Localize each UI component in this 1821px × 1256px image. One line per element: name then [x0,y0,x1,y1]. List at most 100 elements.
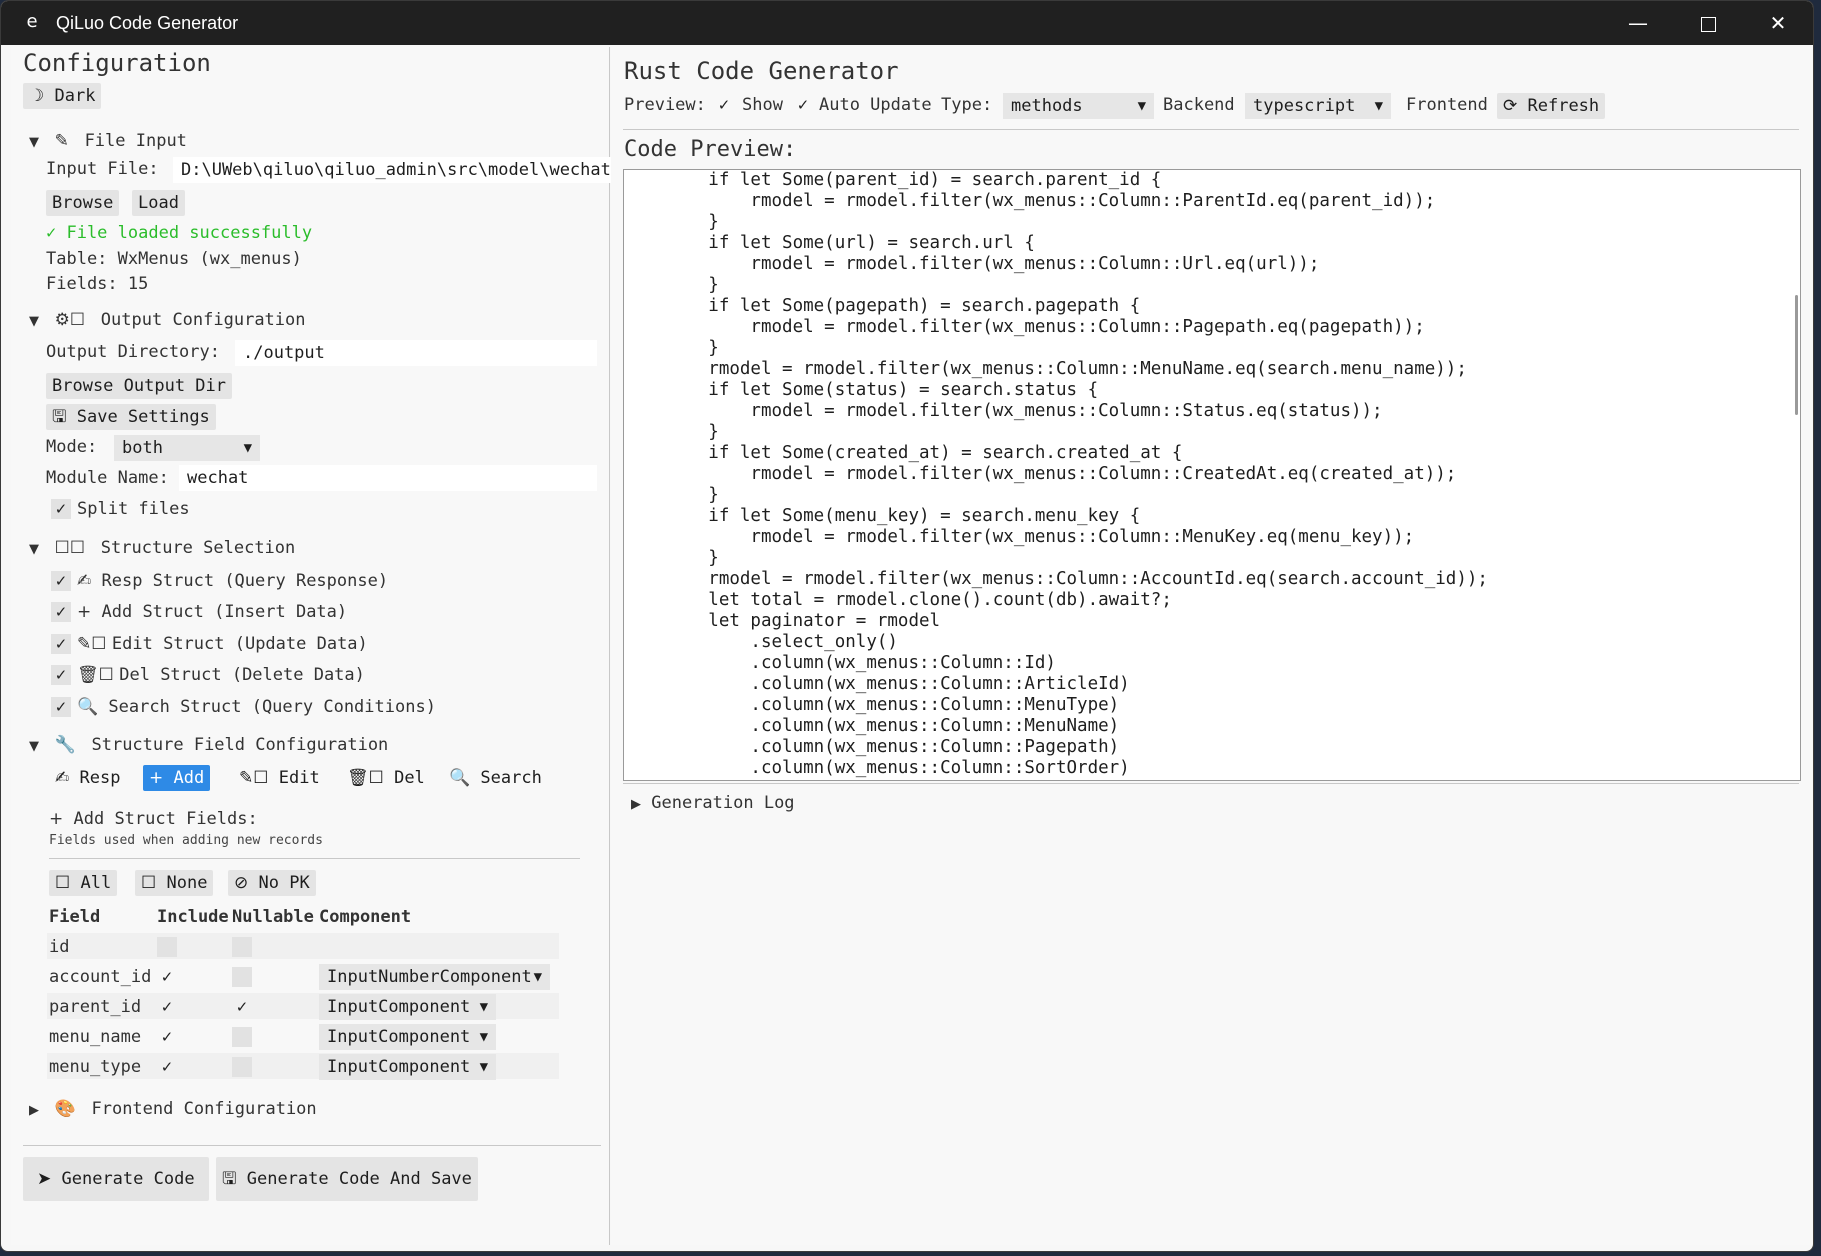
select-all-button[interactable]: ☐ All [49,870,118,896]
paperclip-icon: ✎ [49,131,75,151]
component-select[interactable]: InputNumberComponent ▼ [319,964,550,990]
divider [623,783,1799,784]
tab-search[interactable]: 🔍 Search [443,765,548,791]
code-preview[interactable]: if let Some(parent_id) = search.parent_i… [623,169,1801,781]
select-none-button[interactable]: ☐ None [135,870,214,896]
input-file-label: Input File: [46,159,159,179]
include-checkbox[interactable]: ✓ [157,1027,177,1047]
mode-label: Mode: [46,437,98,457]
input-file-field[interactable]: D:\UWeb\qiluo\qiluo_admin\src\model\wech… [173,157,613,183]
mode-select[interactable]: both ▼ [114,435,260,461]
include-checkbox[interactable]: ✓ [157,967,177,987]
code-line: .column(wx_menus::Column::MenuName) [624,716,1120,736]
search-struct-checkbox[interactable]: ✓ [51,697,71,717]
close-icon: ✕ [1769,11,1787,35]
save-settings-button[interactable]: 🖫 Save Settings [46,404,216,430]
output-directory-field[interactable]: ./output [235,340,597,366]
edit-struct-checkbox[interactable]: ✓ [51,634,71,654]
code-line: } [624,485,719,505]
structure-selection-section-header[interactable]: ▼ ☐☐ Structure Selection [29,538,295,558]
pencil-icon: ✎ [77,634,92,654]
moon-icon: ☽ [29,86,45,106]
code-line: if let Some(created_at) = search.created… [624,443,1183,463]
palette-icon: 🎨 [49,1099,82,1119]
code-line: if let Some(menu_key) = search.menu_key … [624,506,1141,526]
resp-icon: ✍ [77,571,92,591]
del-struct-checkbox[interactable]: ✓ [51,665,71,685]
refresh-icon: ⟳ [1503,96,1518,116]
chevron-down-icon: ▼ [1137,98,1146,114]
generation-log-title: Generation Log [651,793,795,813]
include-checkbox[interactable]: ✓ [157,997,177,1017]
tab-add[interactable]: + Add [143,765,211,791]
module-name-field[interactable]: wechat [179,465,597,491]
gear-icon: ⚙☐ [49,310,91,330]
generate-code-button[interactable]: ➤ Generate Code [23,1157,209,1201]
show-checkbox[interactable]: ✓ [714,95,734,115]
load-button[interactable]: Load [132,190,185,216]
chevron-down-icon: ▼ [479,1029,488,1045]
maximize-button[interactable] [1673,1,1743,45]
nullable-checkbox[interactable] [232,1057,252,1077]
nullable-checkbox[interactable] [232,1027,252,1047]
browse-output-dir-button[interactable]: Browse Output Dir [46,373,232,399]
type-select[interactable]: methods ▼ [1003,93,1154,119]
close-button[interactable]: ✕ [1743,1,1813,45]
no-pk-button[interactable]: ⊘ No PK [228,870,316,896]
field-config-section-header[interactable]: ▼ 🔧 Structure Field Configuration [29,735,388,755]
nullable-checkbox[interactable] [232,967,252,987]
checkbox-icon: ☐ [55,873,71,893]
tab-del[interactable]: 🗑☐ Del [341,765,431,791]
refresh-button[interactable]: ⟳ Refresh [1497,93,1606,119]
code-line: if let Some(url) = search.url { [624,233,1035,253]
trash-icon: 🗑 [77,665,99,685]
component-select[interactable]: InputComponent ▼ [319,1054,496,1080]
tab-edit[interactable]: ✎☐ Edit [233,765,326,791]
expand-triangle-icon: ▶ [631,797,641,812]
code-scrollbar[interactable] [1795,295,1798,415]
plus-icon: + [149,768,164,788]
backend-select[interactable]: typescript ▼ [1245,93,1391,119]
resp-struct-option: ✍ Resp Struct (Query Response) [77,571,389,591]
auto-update-checkbox[interactable]: ✓ [793,95,813,115]
pencil-icon: ✎☐ [239,768,269,788]
chevron-down-icon: ▼ [479,999,488,1015]
file-input-section-header[interactable]: ▼ ✎ File Input [29,131,187,151]
add-struct-fields-title: + Add Struct Fields: [49,809,258,829]
split-files-checkbox[interactable]: ✓ [51,499,71,519]
add-struct-checkbox[interactable]: ✓ [51,602,71,622]
split-files-label: Split files [77,499,190,519]
field-name: account_id [49,967,152,987]
prohibited-icon: ⊘ [234,873,249,893]
include-checkbox[interactable] [157,937,177,957]
tab-resp[interactable]: ✍ Resp [49,765,126,791]
code-line: rmodel = rmodel.filter(wx_menus::Column:… [624,401,1383,421]
frontend-config-section-header[interactable]: ▶ 🎨 Frontend Configuration [29,1099,317,1119]
collapse-triangle-icon: ▼ [29,739,39,754]
component-select[interactable]: InputComponent ▼ [319,1024,496,1050]
component-select[interactable]: InputComponent ▼ [319,994,496,1020]
chevron-down-icon: ▼ [479,1059,488,1075]
file-input-section-title: File Input [84,131,187,151]
add-struct-option: + Add Struct (Insert Data) [77,602,348,622]
browse-button[interactable]: Browse [46,190,120,216]
collapse-triangle-icon: ▼ [29,314,39,329]
generation-log-header[interactable]: ▶ Generation Log [631,793,795,813]
output-config-section-header[interactable]: ▼ ⚙☐ Output Configuration [29,310,306,330]
file-loaded-status: ✓ File loaded successfully [46,223,313,243]
column-header-component: Component [319,907,412,927]
theme-toggle-button[interactable]: ☽ Dark [23,83,102,109]
nullable-checkbox[interactable]: ✓ [232,997,252,1017]
theme-toggle-label: Dark [54,86,96,106]
minimize-button[interactable]: — [1603,1,1673,45]
code-line: rmodel = rmodel.filter(wx_menus::Column:… [624,254,1320,274]
include-checkbox[interactable]: ✓ [157,1057,177,1077]
resp-struct-checkbox[interactable]: ✓ [51,571,71,591]
nullable-checkbox[interactable] [232,937,252,957]
column-header-nullable: Nullable [232,907,314,927]
generate-code-and-save-button[interactable]: 🖫 Generate Code And Save [216,1157,478,1201]
wrench-icon: 🔧 [49,735,82,755]
collapse-triangle-icon: ▼ [29,135,39,150]
output-directory-label: Output Directory: [46,342,220,362]
table-row [47,933,559,959]
